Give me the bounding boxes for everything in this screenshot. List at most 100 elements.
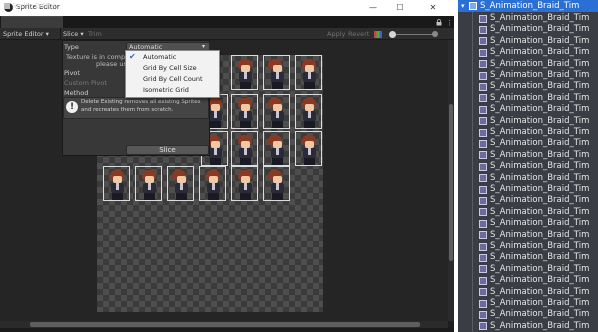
menu-item-automatic[interactable]: Automatic (143, 53, 176, 61)
zoom-slider[interactable] (393, 34, 433, 35)
sprite-slice-thumbnail[interactable] (167, 166, 194, 201)
game-object-icon (479, 37, 487, 46)
sprite-slice-thumbnail[interactable] (295, 94, 322, 129)
checkmark-icon: ✔ (129, 52, 136, 61)
game-object-icon (479, 48, 487, 57)
hierarchy-item-label: S_Animation_Braid_Tim (490, 275, 590, 286)
hierarchy-item-label: S_Animation_Braid_Tim (490, 35, 590, 46)
rgb-channel-icon[interactable] (374, 31, 382, 38)
editor-mode-label: Sprite Editor (3, 30, 44, 38)
apply-button[interactable]: Apply (327, 30, 345, 38)
game-object-icon (479, 276, 487, 285)
game-object-icon (479, 265, 487, 274)
game-object-icon (479, 139, 487, 148)
game-object-icon (479, 174, 487, 183)
game-object-icon (479, 299, 487, 308)
game-object-icon (479, 185, 487, 194)
sprite-slice-thumbnail[interactable] (263, 166, 290, 201)
close-button[interactable]: ✕ (424, 2, 442, 13)
sprite-slice-thumbnail[interactable] (231, 94, 258, 129)
game-object-icon (479, 71, 487, 80)
game-object-icon (479, 208, 487, 217)
vertical-scroll-thumb[interactable] (449, 104, 453, 261)
custom-pivot-label: Custom Pivot (64, 79, 107, 87)
info-icon: ! (66, 101, 78, 113)
hierarchy-item-label: S_Animation_Braid_Tim (490, 58, 590, 69)
revert-button[interactable]: Revert (348, 30, 369, 38)
game-object-icon (479, 231, 487, 240)
hierarchy-item-label: S_Animation_Braid_Tim (490, 127, 590, 137)
expand-arrow-icon[interactable]: ▾ (461, 2, 465, 10)
game-object-icon (479, 25, 487, 34)
hierarchy-item-label: S_Animation_Braid_Tim (490, 298, 590, 308)
slice-button[interactable]: Slice (126, 145, 209, 155)
game-object-icon (479, 288, 487, 297)
sprite-slice-thumbnail[interactable] (263, 94, 290, 129)
menu-item-isometric-grid[interactable]: Isometric Grid (143, 86, 189, 94)
chevron-down-icon: ▾ (45, 30, 49, 38)
hierarchy-item-label: S_Animation_Braid_Tim (490, 138, 590, 149)
hierarchy-item-label: S_Animation_Braid_Tim (490, 115, 590, 126)
sprite-slice-thumbnail[interactable] (135, 166, 162, 201)
alpha-channel-icon[interactable] (432, 31, 438, 37)
type-label: Type (64, 43, 79, 51)
sprite-slice-thumbnail[interactable] (263, 55, 290, 90)
hierarchy-item-label: S_Animation_Braid_Tim (490, 47, 590, 58)
maximize-button[interactable]: ☐ (391, 2, 409, 13)
kebab-menu-icon[interactable]: ⋮ (446, 19, 453, 27)
hierarchy-item-label: S_Animation_Braid_Tim (490, 13, 590, 23)
game-object-icon (479, 105, 487, 114)
game-object-icon (479, 253, 487, 262)
chevron-down-icon: ▾ (80, 30, 84, 38)
sprite-slice-thumbnail[interactable] (103, 166, 130, 201)
hierarchy-item-label: S_Animation_Braid_Tim (490, 172, 590, 183)
hierarchy-item-label: S_Animation_Braid_Tim (490, 206, 590, 217)
slice-menu-button[interactable]: Slice ▾ (63, 30, 84, 38)
tab-sprite-editor[interactable] (1, 16, 63, 28)
editor-mode-dropdown[interactable]: Sprite Editor ▾ (3, 30, 49, 38)
sprite-slice-thumbnail[interactable] (263, 131, 290, 166)
chevron-down-icon: ▾ (202, 43, 206, 50)
hierarchy-root-label: S_Animation_Braid_Tim (480, 1, 580, 11)
hierarchy-item-label: S_Animation_Braid_Tim (490, 70, 590, 80)
game-object-icon (479, 151, 487, 160)
game-object-icon (479, 322, 487, 331)
menu-item-grid-by-cell-size[interactable]: Grid By Cell Size (143, 64, 197, 72)
sprite-slice-thumbnail[interactable] (231, 55, 258, 90)
hierarchy-item-label: S_Animation_Braid_Tim (490, 24, 590, 35)
game-object-icon (469, 2, 477, 10)
hierarchy-item-label: S_Animation_Braid_Tim (490, 241, 590, 251)
sprite-slice-thumbnail[interactable] (231, 166, 258, 201)
game-object-icon (479, 94, 487, 103)
game-object-icon (479, 14, 487, 23)
compressed-note-line2: please us (96, 60, 127, 68)
lock-icon[interactable] (436, 19, 442, 28)
hierarchy-item-label: S_Animation_Braid_Tim (490, 218, 590, 229)
slice-menu-label: Slice (63, 30, 79, 38)
horizontal-scroll-thumb[interactable] (30, 322, 420, 327)
help-text: Delete Existing removes all existing Spr… (81, 99, 201, 113)
sprite-slice-thumbnail[interactable] (199, 166, 226, 201)
hierarchy-item-label: S_Animation_Braid_Tim (490, 92, 590, 103)
menu-item-grid-by-cell-count[interactable]: Grid By Cell Count (143, 75, 203, 83)
game-object-icon (479, 242, 487, 251)
sprite-slice-thumbnail[interactable] (231, 131, 258, 166)
zoom-slider-handle[interactable] (389, 31, 396, 38)
hierarchy-item-label: S_Animation_Braid_Tim (490, 286, 590, 297)
trim-button[interactable]: Trim (88, 30, 102, 38)
hierarchy-item-label: S_Animation_Braid_Tim (490, 81, 590, 92)
game-object-icon (479, 196, 487, 205)
game-object-icon (479, 162, 487, 171)
sprite-slice-thumbnail[interactable] (295, 55, 322, 90)
game-object-icon (479, 117, 487, 126)
minimize-button[interactable]: — (364, 2, 382, 13)
pivot-label: Pivot (64, 69, 80, 77)
sprite-slice-thumbnail[interactable] (295, 131, 322, 166)
method-label: Method (64, 89, 89, 97)
hierarchy-item-label: S_Animation_Braid_Tim (490, 195, 590, 206)
tab-strip (0, 16, 454, 28)
hierarchy-item-label: S_Animation_Braid_Tim (490, 320, 590, 331)
sprite-editor-tab-icon (4, 3, 10, 9)
window-bottom-edge (0, 328, 454, 332)
game-object-icon (479, 60, 487, 69)
